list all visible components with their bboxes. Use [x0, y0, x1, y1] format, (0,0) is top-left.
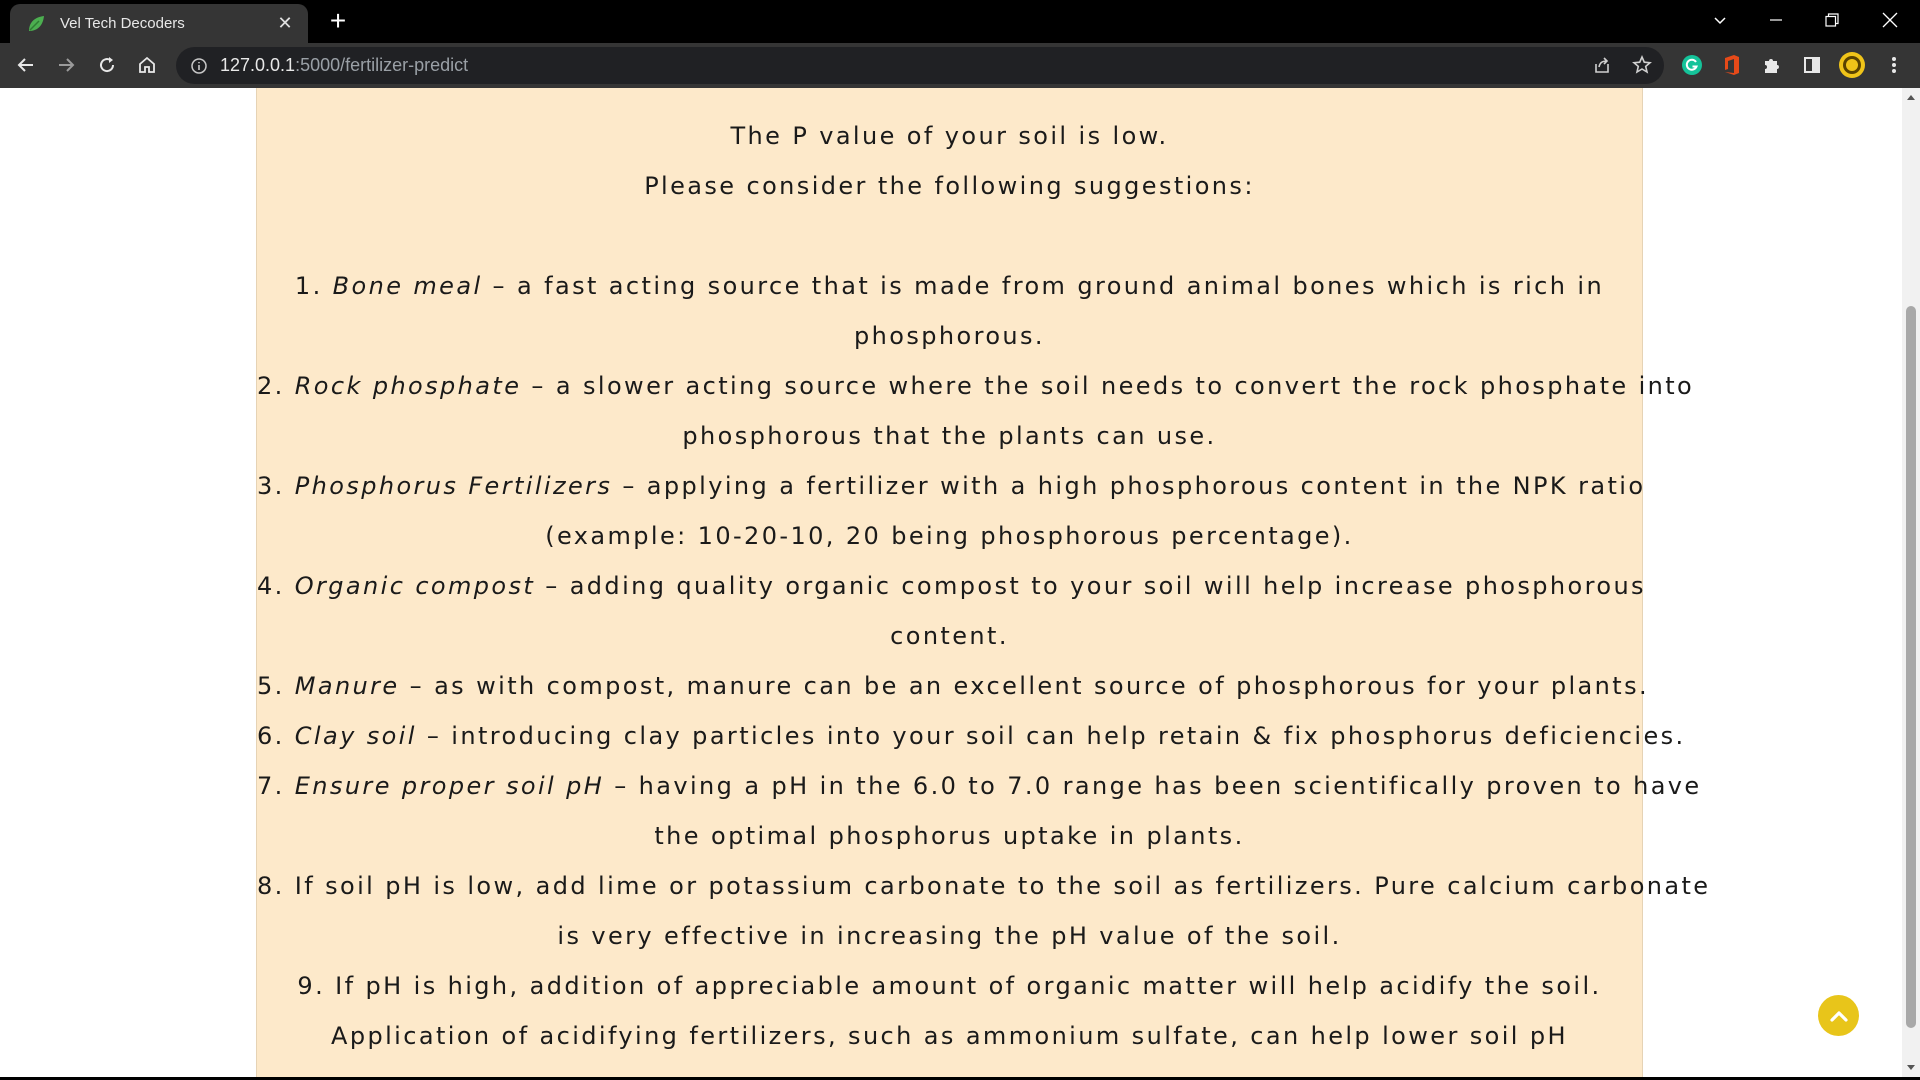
suggestion-term: Clay soil: [294, 722, 417, 750]
suggestion-item: 9. If pH is high, addition of appreciabl…: [297, 972, 1602, 1000]
close-window-icon[interactable]: [1862, 0, 1918, 40]
suggestion-item: 6. Clay soil – introducing clay particle…: [257, 722, 1686, 750]
home-icon[interactable]: [131, 49, 163, 81]
profile-avatar-icon[interactable]: [1836, 49, 1868, 81]
scroll-down-arrow-icon[interactable]: [1902, 1059, 1920, 1077]
forward-arrow-icon[interactable]: [50, 49, 82, 81]
suggestion-item: 7. Ensure proper soil pH – having a pH i…: [257, 772, 1702, 800]
page-viewport: The P value of your soil is low. Please …: [0, 88, 1902, 1077]
suggestion-continuation: the optimal phosphorus uptake in plants.: [654, 822, 1245, 850]
suggestion-continuation: phosphorous.: [854, 322, 1045, 350]
suggestion-term: Bone meal: [332, 272, 483, 300]
grammarly-icon[interactable]: [1676, 49, 1708, 81]
scroll-up-arrow-icon[interactable]: [1902, 88, 1920, 106]
suggestion-item: 5. Manure – as with compost, manure can …: [257, 672, 1650, 700]
suggestion-term: Rock phosphate: [294, 372, 522, 400]
url-host: 127.0.0.1: [220, 55, 296, 75]
suggestion-continuation: Application of acidifying fertilizers, s…: [331, 1022, 1568, 1050]
suggestion-item: 3. Phosphorus Fertilizers – applying a f…: [257, 472, 1646, 500]
page-scrollbar[interactable]: [1902, 88, 1920, 1077]
suggestion-continuation: is very effective in increasing the pH v…: [557, 922, 1342, 950]
browser-titlebar: Vel Tech Decoders ✕ +: [0, 0, 1920, 43]
suggestions-intro: Please consider the following suggestion…: [644, 172, 1255, 200]
browser-tab[interactable]: Vel Tech Decoders ✕: [10, 4, 308, 43]
suggestion-item: 2. Rock phosphate – a slower acting sour…: [257, 372, 1695, 400]
suggestion-term: Ensure proper soil pH: [294, 772, 605, 800]
suggestion-item: 4. Organic compost – adding quality orga…: [257, 572, 1646, 600]
extensions-puzzle-icon[interactable]: [1756, 49, 1788, 81]
chevron-up-icon: [1829, 1010, 1848, 1022]
site-info-icon[interactable]: [190, 57, 208, 75]
new-tab-button[interactable]: +: [322, 6, 354, 38]
menu-kebab-icon[interactable]: [1878, 49, 1910, 81]
office-icon[interactable]: [1716, 49, 1748, 81]
suggestion-term: Manure: [294, 672, 400, 700]
side-panel-icon[interactable]: [1796, 49, 1828, 81]
bookmark-star-icon[interactable]: [1626, 49, 1658, 81]
result-heading: The P value of your soil is low.: [730, 122, 1169, 150]
tab-close-icon[interactable]: ✕: [274, 13, 296, 34]
suggestion-continuation: content.: [890, 622, 1009, 650]
minimize-icon[interactable]: [1748, 0, 1804, 40]
browser-toolbar: 127.0.0.1:5000/fertilizer-predict: [0, 43, 1920, 88]
restore-icon[interactable]: [1804, 0, 1860, 40]
suggestion-term: Phosphorus Fertilizers: [294, 472, 613, 500]
share-icon[interactable]: [1586, 49, 1618, 81]
leaf-favicon-icon: [26, 14, 46, 34]
suggestion-term: Organic compost: [294, 572, 536, 600]
back-to-top-button[interactable]: [1818, 995, 1859, 1036]
address-bar[interactable]: 127.0.0.1:5000/fertilizer-predict: [176, 47, 1664, 84]
scrollbar-thumb[interactable]: [1906, 306, 1916, 1028]
url-path: :5000/fertilizer-predict: [295, 55, 469, 75]
result-card: The P value of your soil is low. Please …: [256, 88, 1711, 1077]
suggestion-item: 1. Bone meal – a fast acting source that…: [294, 272, 1605, 300]
back-arrow-icon[interactable]: [10, 49, 42, 81]
tab-search-icon[interactable]: [1692, 0, 1748, 40]
suggestion-continuation: (example: 10-20-10, 20 being phosphorous…: [545, 522, 1354, 550]
reload-icon[interactable]: [91, 49, 123, 81]
suggestion-item: 8. If soil pH is low, add lime or potass…: [257, 872, 1711, 900]
suggestion-continuation: phosphorous that the plants can use.: [682, 422, 1217, 450]
tab-title: Vel Tech Decoders: [60, 15, 185, 32]
